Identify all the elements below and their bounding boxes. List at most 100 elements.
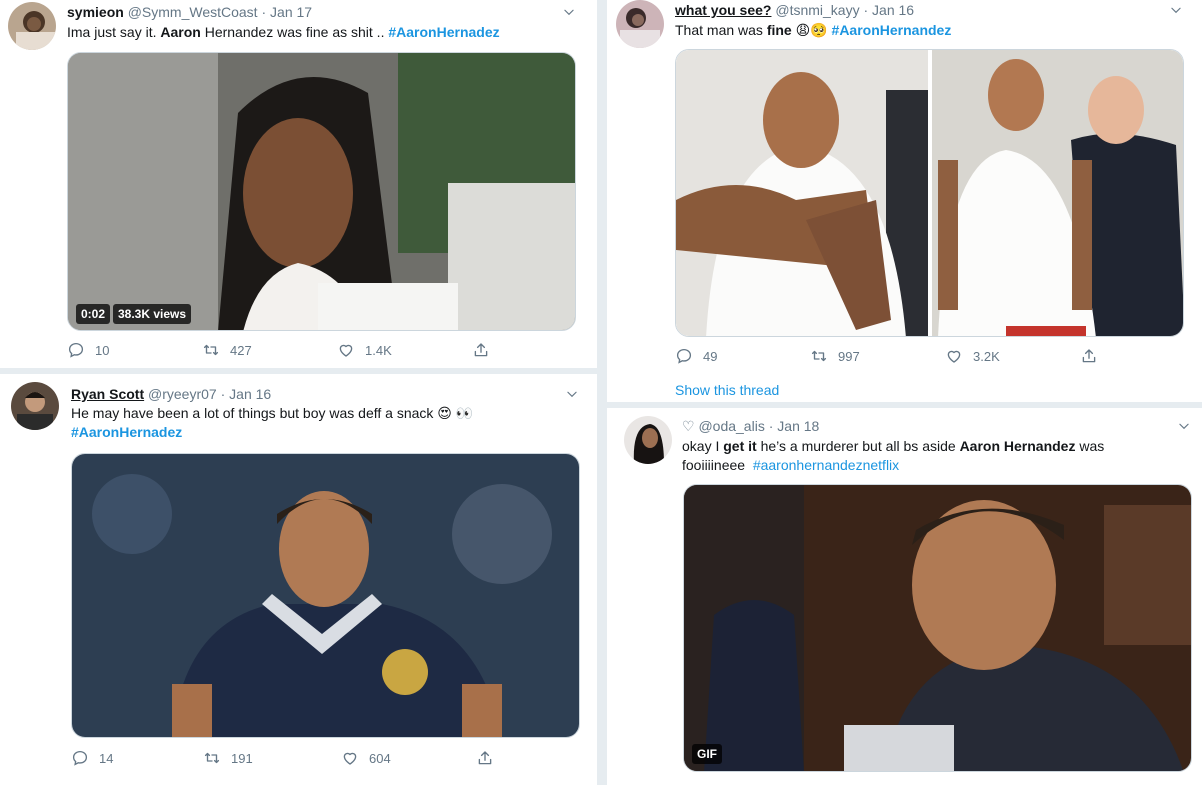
avatar[interactable] <box>616 0 664 48</box>
display-name[interactable]: what you see? <box>675 2 771 18</box>
text-segment: Hernandez was fine as shit .. <box>200 24 389 40</box>
gif-frame <box>684 485 1191 771</box>
show-thread-link[interactable]: Show this thread <box>675 382 779 398</box>
tweet-date[interactable]: Jan 17 <box>270 4 312 20</box>
gif-badge: GIF <box>692 744 722 764</box>
tweet-card-ryan-scott[interactable]: Ryan Scott @ryeeyr07 · Jan 16 He may hav… <box>0 374 597 785</box>
heart-icon: ♡ <box>682 418 695 434</box>
display-name[interactable]: Ryan Scott <box>71 386 144 402</box>
share-icon <box>476 749 494 767</box>
retweet-icon <box>810 347 828 365</box>
like-button[interactable]: 3.2K <box>945 346 1000 366</box>
tweet-text: That man was fine 😩🥺 #AaronHernandez <box>675 21 951 40</box>
caret-down-icon[interactable] <box>565 387 579 401</box>
retweet-count: 997 <box>838 348 860 364</box>
share-button[interactable] <box>1080 346 1098 366</box>
text-segment: Ima just say it. <box>67 24 161 40</box>
reply-count: 10 <box>95 342 110 358</box>
tweet-date[interactable]: Jan 18 <box>777 418 819 434</box>
text-segment: okay I <box>682 438 724 454</box>
reply-icon <box>67 341 85 359</box>
tweet-text: okay I get it he’s a murderer but all bs… <box>682 437 1104 475</box>
like-count: 1.4K <box>365 342 392 358</box>
user-handle[interactable]: @Symm_WestCoast <box>128 4 258 20</box>
user-handle[interactable]: @oda_alis <box>698 418 764 434</box>
tweet-text: He may have been a lot of things but boy… <box>71 404 473 442</box>
like-icon <box>341 749 359 767</box>
separator-dot: · <box>220 386 226 402</box>
text-bold: fine <box>766 22 792 38</box>
photo-grid[interactable] <box>675 49 1184 337</box>
tweet-text: Ima just say it. Aaron Hernandez was fin… <box>67 23 500 42</box>
gif-player[interactable]: GIF <box>683 484 1192 772</box>
retweet-icon <box>202 341 220 359</box>
like-count: 3.2K <box>973 348 1000 364</box>
text-segment: he’s a murderer but all bs aside <box>756 438 960 454</box>
reply-button[interactable]: 49 <box>675 346 717 366</box>
text-bold: Aaron <box>160 24 201 40</box>
tweet-date[interactable]: Jan 16 <box>872 2 914 18</box>
tweet-card-what-you-see[interactable]: what you see? @tsnmi_kayy · Jan 16 That … <box>607 0 1202 402</box>
share-icon <box>472 341 490 359</box>
like-button[interactable]: 604 <box>341 748 391 768</box>
hashtag-link[interactable]: #AaronHernadez <box>71 424 182 440</box>
tweet-date[interactable]: Jan 16 <box>229 386 271 402</box>
avatar[interactable] <box>624 416 672 464</box>
retweet-icon <box>203 749 221 767</box>
avatar[interactable] <box>11 382 59 430</box>
hashtag-link[interactable]: #AaronHernadez <box>388 24 499 40</box>
video-frame <box>68 53 575 330</box>
hashtag-link[interactable]: #AaronHernandez <box>832 22 952 38</box>
reply-count: 14 <box>99 750 114 766</box>
share-button[interactable] <box>472 340 490 360</box>
tweet-header: what you see? @tsnmi_kayy · Jan 16 <box>675 1 914 19</box>
share-button[interactable] <box>476 748 494 768</box>
tweet-actions: 49 997 3.2K <box>675 346 1115 366</box>
separator-dot: · <box>863 2 869 18</box>
tweet-header: Ryan Scott @ryeeyr07 · Jan 16 <box>71 385 271 403</box>
like-icon <box>337 341 355 359</box>
avatar-image <box>11 382 59 430</box>
display-name[interactable]: symieon <box>67 4 124 20</box>
tweet-actions: 10 427 1.4K <box>67 340 507 360</box>
caret-down-icon[interactable] <box>562 5 576 19</box>
user-handle[interactable]: @ryeeyr07 <box>148 386 217 402</box>
tweet-header: ♡ @oda_alis · Jan 18 <box>682 417 819 435</box>
tweet-actions: 14 191 604 <box>71 748 511 768</box>
tweet-header: symieon @Symm_WestCoast · Jan 17 <box>67 3 312 21</box>
photo[interactable] <box>71 453 580 738</box>
video-player[interactable]: 0:02 38.3K views <box>67 52 576 331</box>
retweet-button[interactable]: 997 <box>810 346 860 366</box>
share-icon <box>1080 347 1098 365</box>
avatar-image <box>8 2 56 50</box>
reply-button[interactable]: 10 <box>67 340 109 360</box>
tweet-card-oda-alis[interactable]: ♡ @oda_alis · Jan 18 okay I get it he’s … <box>607 408 1202 785</box>
reply-count: 49 <box>703 348 718 364</box>
reply-icon <box>71 749 89 767</box>
reply-icon <box>675 347 693 365</box>
photos <box>676 50 1183 336</box>
emoji: 😍 👀 <box>437 405 474 421</box>
text-segment: fooiiiineee <box>682 457 753 473</box>
retweet-button[interactable]: 191 <box>203 748 253 768</box>
caret-down-icon[interactable] <box>1177 419 1191 433</box>
video-duration: 0:02 <box>76 304 111 324</box>
hashtag-link[interactable]: #aaronhernandeznetflix <box>753 457 899 473</box>
text-segment: That man was <box>675 22 767 38</box>
caret-down-icon[interactable] <box>1169 3 1183 17</box>
text-bold: Aaron Hernandez <box>959 438 1076 454</box>
tweet-card-symieon[interactable]: symieon @Symm_WestCoast · Jan 17 Ima jus… <box>0 0 597 368</box>
like-count: 604 <box>369 750 391 766</box>
avatar-image <box>616 0 664 48</box>
text-segment: was <box>1075 438 1105 454</box>
retweet-button[interactable]: 427 <box>202 340 252 360</box>
video-views: 38.3K views <box>113 304 192 324</box>
avatar[interactable] <box>8 2 56 50</box>
like-icon <box>945 347 963 365</box>
like-button[interactable]: 1.4K <box>337 340 392 360</box>
text-bold: get it <box>723 438 757 454</box>
retweet-count: 427 <box>230 342 252 358</box>
reply-button[interactable]: 14 <box>71 748 113 768</box>
user-handle[interactable]: @tsnmi_kayy <box>775 2 859 18</box>
separator-dot: · <box>261 4 267 20</box>
